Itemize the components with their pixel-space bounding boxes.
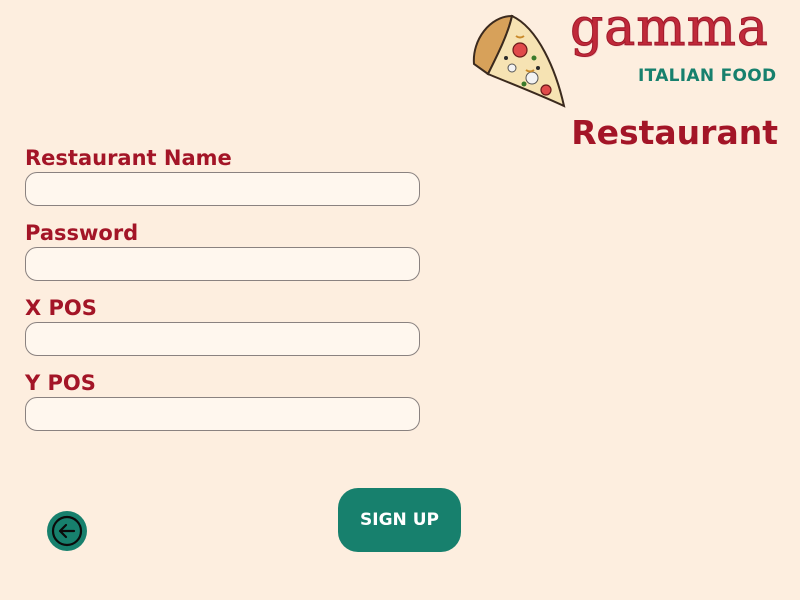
page-title: Restaurant (571, 113, 778, 152)
y-pos-label: Y POS (25, 371, 96, 395)
arrow-left-circle-icon (51, 515, 83, 547)
password-field: Password (25, 223, 420, 281)
password-label: Password (25, 221, 139, 245)
back-button[interactable] (47, 511, 87, 551)
y-pos-input[interactable] (25, 397, 420, 431)
x-pos-field: X POS (25, 298, 420, 356)
restaurant-name-field: Restaurant Name (25, 148, 420, 206)
restaurant-name-label: Restaurant Name (25, 146, 232, 170)
password-input[interactable] (25, 247, 420, 281)
y-pos-field: Y POS (25, 373, 420, 431)
x-pos-label: X POS (25, 296, 97, 320)
restaurant-name-input[interactable] (25, 172, 420, 206)
sign-up-button[interactable]: SIGN UP (338, 488, 461, 552)
brand-name: gamma (570, 0, 769, 58)
brand-tagline: ITALIAN FOOD (638, 66, 777, 86)
brand-logo: gamma ITALIAN FOOD (468, 2, 790, 110)
x-pos-input[interactable] (25, 322, 420, 356)
pizza-slice-icon (472, 14, 566, 108)
